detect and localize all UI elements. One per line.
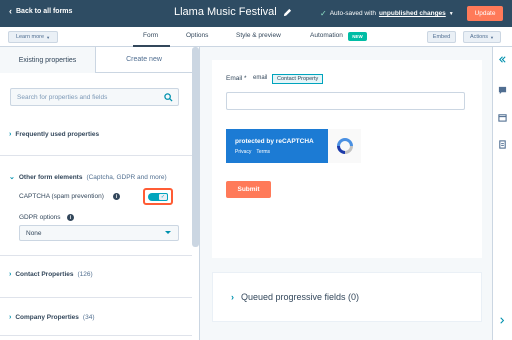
section-contact-properties[interactable]: › Contact Properties (126) — [9, 271, 93, 278]
section-label: Company Properties — [15, 314, 79, 321]
actions-label: Actions — [469, 34, 489, 40]
caret-down-icon — [165, 231, 171, 234]
divider — [0, 335, 192, 336]
section-label: Other form elements — [18, 173, 83, 181]
new-badge: NEW — [348, 32, 367, 41]
search-icon[interactable] — [164, 93, 173, 102]
section-other-elements[interactable]: ⌄ Other form elements (Captcha, GDPR and… — [9, 173, 167, 182]
back-to-forms-link[interactable]: ‹ Back to all forms — [9, 6, 73, 16]
chevron-right-icon: › — [9, 131, 12, 138]
calendar-icon[interactable] — [498, 113, 507, 122]
email-field[interactable] — [226, 92, 465, 110]
pencil-icon[interactable] — [283, 8, 292, 17]
info-icon[interactable]: i — [67, 214, 74, 221]
autosave-status[interactable]: ✓ Auto-saved with unpublished changes ▼ — [320, 9, 454, 18]
actions-button[interactable]: Actions ▼ — [463, 31, 501, 43]
submit-button[interactable]: Submit — [226, 181, 271, 198]
editor-subnav: Learn more ▼ Form Options Style & previe… — [0, 27, 512, 47]
learn-more-label: Learn more — [15, 34, 45, 40]
gdpr-options-select[interactable]: None — [19, 225, 179, 241]
back-link-label: Back to all forms — [16, 8, 73, 15]
unpublished-changes-link[interactable]: unpublished changes — [379, 10, 446, 17]
caret-down-icon: ▼ — [490, 34, 494, 40]
divider — [0, 255, 192, 256]
tab-form[interactable]: Form — [143, 32, 158, 39]
chevron-down-icon: ⌄ — [9, 174, 15, 181]
update-button[interactable]: Update — [467, 6, 503, 21]
tab-automation[interactable]: Automation — [310, 32, 343, 39]
info-icon[interactable]: i — [113, 193, 120, 200]
document-icon[interactable] — [498, 140, 507, 149]
chevron-right-icon: › — [231, 292, 234, 302]
recaptcha-privacy-link[interactable]: Privacy — [235, 149, 251, 155]
captcha-label: CAPTCHA (spam prevention) — [19, 193, 104, 200]
contact-property-tag: Contact Property — [272, 74, 324, 84]
top-bar: ‹ Back to all forms Llama Music Festival… — [0, 0, 512, 27]
recaptcha-links: Privacy Terms — [235, 149, 270, 155]
queued-progressive-fields[interactable]: › Queued progressive fields (0) — [212, 272, 482, 322]
divider — [0, 297, 192, 298]
section-label: Frequently used properties — [15, 131, 100, 138]
email-field-internal-name: email — [253, 75, 268, 81]
section-frequently-used[interactable]: › Frequently used properties — [9, 131, 99, 138]
section-count: (34) — [82, 314, 95, 321]
chat-icon[interactable] — [498, 86, 507, 95]
gdpr-selected-value: None — [26, 229, 42, 237]
chevron-right-icon[interactable] — [498, 316, 507, 325]
embed-button[interactable]: Embed — [427, 31, 456, 43]
tab-style-preview[interactable]: Style & preview — [236, 32, 281, 39]
section-label: Contact Properties — [15, 271, 74, 278]
tab-options[interactable]: Options — [186, 32, 208, 39]
chevron-left-icon: ‹ — [9, 6, 12, 16]
right-rail — [492, 47, 512, 340]
search-input[interactable] — [11, 89, 161, 105]
check-icon: ✓ — [158, 193, 168, 201]
tab-create-new[interactable]: Create new — [96, 47, 192, 73]
queued-title: › Queued progressive fields (0) — [231, 292, 359, 302]
gdpr-label: GDPR options — [19, 214, 61, 221]
recaptcha-badge: protected by reCAPTCHA Privacy Terms — [226, 129, 361, 163]
section-company-properties[interactable]: › Company Properties (34) — [9, 314, 94, 321]
autosave-prefix: Auto-saved with — [329, 10, 376, 17]
tab-existing-properties[interactable]: Existing properties — [0, 47, 96, 73]
queued-label: Queued progressive fields (0) — [241, 292, 360, 302]
property-search[interactable] — [10, 88, 179, 106]
panel-scrollbar[interactable] — [192, 47, 199, 247]
section-note: (Captcha, GDPR and more) — [86, 173, 167, 181]
check-icon: ✓ — [320, 9, 327, 18]
captcha-toggle[interactable]: ✓ — [148, 193, 168, 201]
divider — [0, 155, 192, 156]
caret-down-icon: ▼ — [448, 10, 454, 17]
recaptcha-logo-icon — [328, 129, 361, 163]
email-field-label: Email * — [226, 75, 247, 82]
form-preview: Email * email Contact Property protected… — [212, 60, 482, 258]
learn-more-button[interactable]: Learn more ▼ — [8, 31, 58, 43]
form-title-text: Llama Music Festival — [174, 6, 277, 18]
recaptcha-terms-link[interactable]: Terms — [256, 149, 270, 155]
properties-panel: Existing properties Create new › Frequen… — [0, 47, 200, 340]
chevron-right-icon: › — [9, 271, 12, 278]
chevron-right-icon: › — [9, 314, 12, 321]
recaptcha-title: protected by reCAPTCHA — [235, 138, 314, 145]
form-title[interactable]: Llama Music Festival — [174, 6, 292, 18]
double-chevron-left-icon[interactable] — [498, 55, 507, 64]
captcha-toggle-highlight: ✓ — [143, 188, 173, 205]
caret-down-icon: ▼ — [46, 34, 51, 40]
section-count: (126) — [77, 271, 93, 278]
